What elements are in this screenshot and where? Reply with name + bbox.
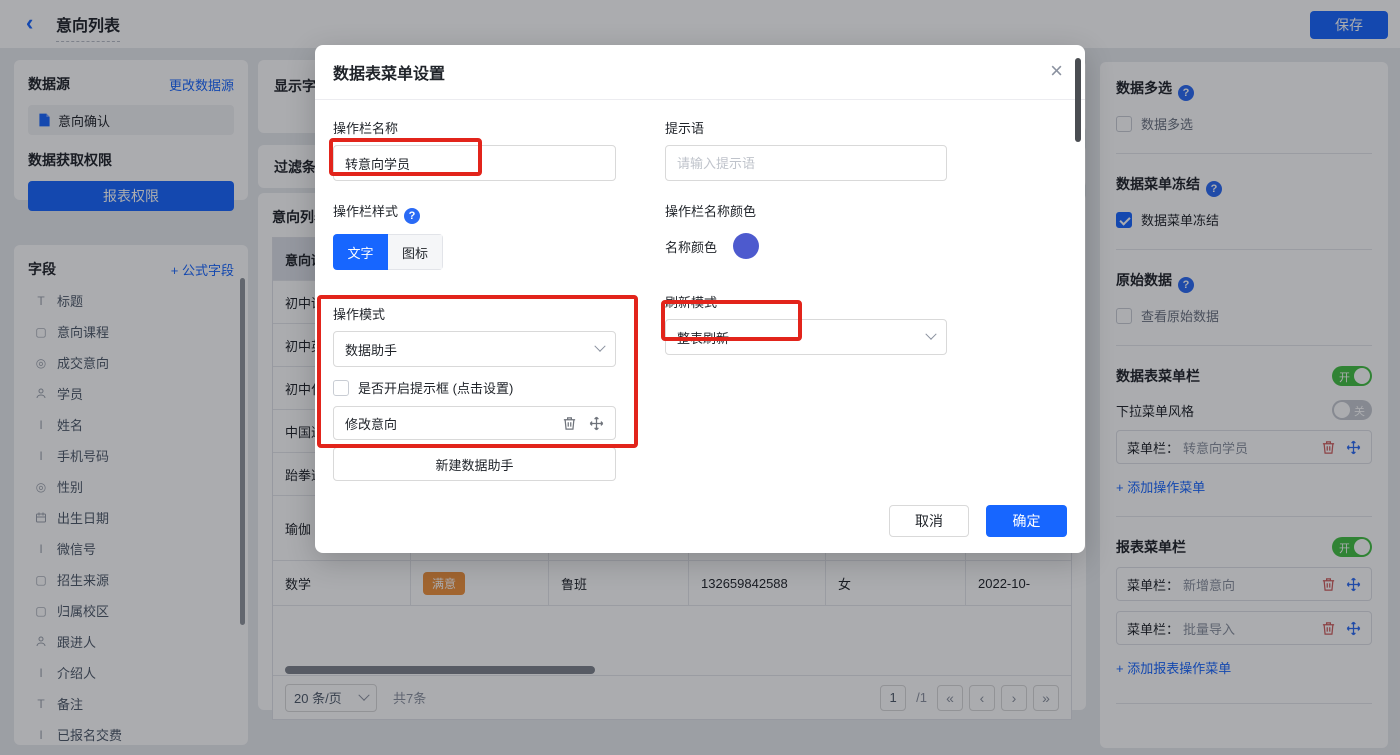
- style-text-tab[interactable]: 文字: [333, 234, 388, 270]
- color-swatch[interactable]: [733, 233, 759, 259]
- action-style-segmented: 文字 图标: [333, 234, 443, 270]
- tip-box-checkbox[interactable]: [333, 380, 349, 396]
- action-style-label: 操作栏样式: [333, 204, 398, 219]
- new-assistant-button[interactable]: 新建数据助手: [333, 447, 616, 481]
- action-mode-value: 数据助手: [345, 340, 397, 359]
- chevron-down-icon: [594, 341, 605, 352]
- action-name-input[interactable]: [333, 145, 616, 181]
- table-menu-settings-modal: 数据表菜单设置 × 操作栏名称 操作栏样式? 文字 图标 操作模式: [315, 45, 1085, 553]
- modal-header: 数据表菜单设置 ×: [315, 45, 1085, 100]
- refresh-mode-label: 刷新模式: [665, 292, 947, 311]
- name-color-text: 名称颜色: [665, 237, 717, 256]
- action-mode-select[interactable]: 数据助手: [333, 331, 616, 367]
- chevron-down-icon: [925, 329, 936, 340]
- move-icon[interactable]: [589, 416, 604, 431]
- cancel-button[interactable]: 取消: [889, 505, 969, 537]
- modal-title: 数据表菜单设置: [333, 60, 445, 84]
- action-mode-label: 操作模式: [333, 304, 616, 323]
- tip-box-label: 是否开启提示框 (点击设置): [358, 378, 513, 397]
- assistant-item-label: 修改意向: [345, 414, 397, 433]
- refresh-mode-value: 整表刷新: [677, 328, 729, 347]
- page: ‹ 意向列表 保存 数据源 更改数据源 意向确认 数据获取权限 报表权限 字段 …: [0, 0, 1400, 755]
- help-icon[interactable]: ?: [404, 208, 420, 224]
- confirm-button[interactable]: 确定: [986, 505, 1067, 537]
- name-color-label: 操作栏名称颜色: [665, 201, 947, 220]
- style-icon-tab[interactable]: 图标: [388, 234, 443, 270]
- assistant-item[interactable]: 修改意向: [333, 406, 616, 440]
- trash-icon[interactable]: [562, 416, 577, 431]
- tip-label: 提示语: [665, 118, 947, 137]
- modal-scrollbar[interactable]: [1075, 58, 1081, 142]
- close-icon[interactable]: ×: [1050, 59, 1063, 83]
- refresh-mode-select[interactable]: 整表刷新: [665, 319, 947, 355]
- tip-input[interactable]: [665, 145, 947, 181]
- tip-box-row: 是否开启提示框 (点击设置): [333, 378, 616, 397]
- action-name-label: 操作栏名称: [333, 118, 616, 137]
